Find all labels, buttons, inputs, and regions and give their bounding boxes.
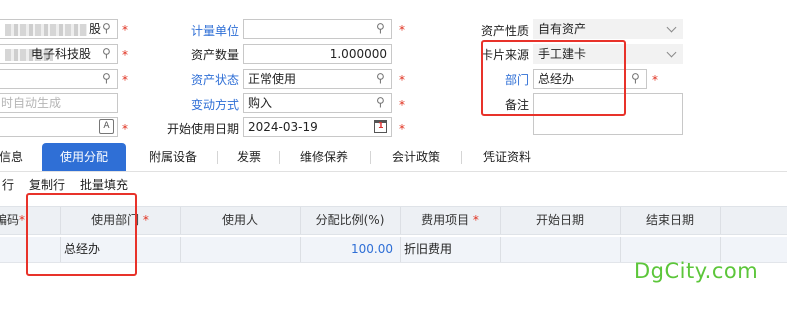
nature-label: 资产性质 <box>481 24 530 38</box>
col-header-expense[interactable]: 费用项目 * <box>400 207 500 234</box>
cell-expense[interactable]: 折旧费用 <box>404 237 496 262</box>
tab-divider <box>217 151 218 164</box>
calendar-icon[interactable] <box>374 120 387 133</box>
start-date-input[interactable]: 2024-03-19 <box>243 117 392 137</box>
required-mark: * <box>652 73 658 87</box>
required-mark: * <box>122 48 128 62</box>
add-row-button[interactable]: 行 <box>2 176 14 193</box>
col-divider <box>720 207 721 234</box>
qty-input[interactable]: 1.000000 <box>243 44 392 64</box>
change-label[interactable]: 变动方式 <box>191 96 239 113</box>
tab-invoice[interactable]: 发票 <box>226 143 272 171</box>
tab-divider <box>370 151 371 164</box>
col-divider <box>180 237 181 262</box>
start-date-label: 开始使用日期 <box>167 122 240 136</box>
nature-select[interactable]: 自有资产 <box>533 19 683 39</box>
search-icon[interactable]: ⚲ <box>376 71 385 85</box>
col-header-start-date[interactable]: 开始日期 <box>500 207 620 234</box>
col-divider <box>620 237 621 262</box>
required-mark: * <box>19 213 25 227</box>
col-header-ratio[interactable]: 分配比例(%) <box>300 207 400 234</box>
col-divider <box>500 237 501 262</box>
required-mark: * <box>122 23 128 37</box>
unit-input[interactable] <box>243 19 392 39</box>
search-icon[interactable]: ⚲ <box>102 71 111 85</box>
col-header-code[interactable]: 编码 <box>0 207 20 234</box>
cell-start-date[interactable] <box>504 237 616 262</box>
left-field-2[interactable]: 电子科技股 <box>0 44 118 64</box>
search-icon[interactable]: ⚲ <box>102 21 111 35</box>
left-field-3[interactable] <box>0 69 118 89</box>
col-header-person[interactable]: 使用人 <box>180 207 300 234</box>
search-icon[interactable]: ⚲ <box>631 71 640 85</box>
change-input[interactable]: 购入 <box>243 93 392 113</box>
col-divider <box>300 237 301 262</box>
text-type-icon: A <box>99 119 114 134</box>
tab-accounting-policy[interactable]: 会计政策 <box>380 143 452 171</box>
tab-bar: 信息 使用分配 附属设备 发票 维修保养 会计政策 凭证资料 <box>0 143 787 172</box>
batch-fill-button[interactable]: 批量填充 <box>80 176 128 193</box>
required-mark: * <box>122 122 128 136</box>
tab-divider <box>461 151 462 164</box>
tab-voucher[interactable]: 凭证资料 <box>470 143 544 171</box>
highlight-box-source-dept <box>481 40 626 116</box>
tab-divider <box>279 151 280 164</box>
status-label[interactable]: 资产状态 <box>191 71 239 88</box>
cell-ratio[interactable]: 100.00 <box>304 237 393 262</box>
unit-label[interactable]: 计量单位 <box>191 22 239 39</box>
left-field-1[interactable]: 股 <box>0 19 118 39</box>
search-icon[interactable]: ⚲ <box>102 46 111 60</box>
tab-accessories[interactable]: 附属设备 <box>134 143 212 171</box>
watermark: DgCity.com <box>634 259 759 283</box>
copy-row-button[interactable]: 复制行 <box>29 176 65 193</box>
required-mark: * <box>399 98 405 112</box>
required-mark: * <box>122 73 128 87</box>
tab-maintenance[interactable]: 维修保养 <box>288 143 360 171</box>
tab-usage-allocation[interactable]: 使用分配 <box>42 143 126 171</box>
highlight-box-usage-dept <box>26 193 137 276</box>
qty-label: 资产数量 <box>191 48 240 62</box>
search-icon[interactable]: ⚲ <box>376 21 385 35</box>
required-mark: * <box>399 23 405 37</box>
col-divider <box>400 237 401 262</box>
col-header-end-date[interactable]: 结束日期 <box>620 207 720 234</box>
status-input[interactable]: 正常使用 <box>243 69 392 89</box>
required-mark: * <box>399 122 405 136</box>
cell-person[interactable] <box>184 237 296 262</box>
required-mark: * <box>399 73 405 87</box>
left-field-4[interactable]: 时自动生成 <box>0 93 118 113</box>
tab-info[interactable]: 信息 <box>0 143 26 171</box>
search-icon[interactable]: ⚲ <box>376 95 385 109</box>
